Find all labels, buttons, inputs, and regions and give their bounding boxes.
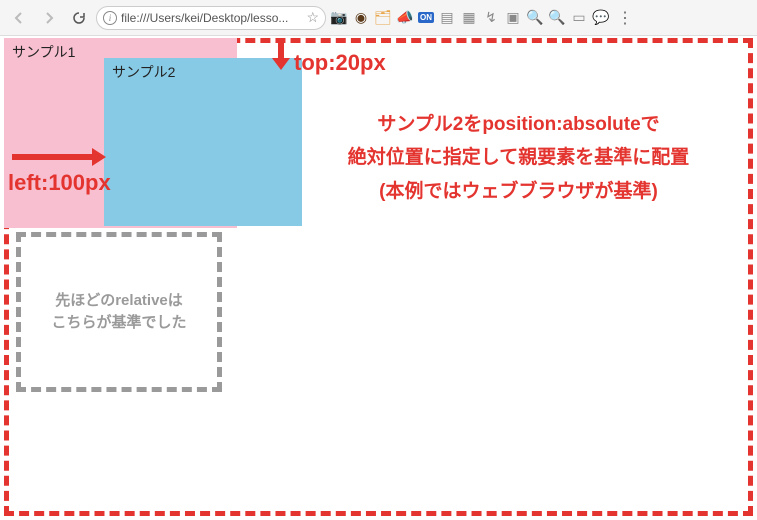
left-annotation: left:100px	[8, 146, 111, 196]
right-arrow-icon	[12, 146, 111, 168]
on-badge-icon[interactable]: ON	[418, 12, 434, 23]
extension-dark-icon[interactable]: ◉	[352, 9, 370, 27]
page-content: サンプル1 サンプル2 先ほどのrelativeは こちらが基準でした top:…	[0, 36, 757, 520]
site-info-icon[interactable]: i	[103, 11, 117, 25]
sample2-label: サンプル2	[112, 64, 175, 80]
cube-icon[interactable]: ▣	[504, 9, 522, 27]
top-annotation-label: top:20px	[294, 50, 386, 76]
copy-icon[interactable]: ▭	[570, 9, 588, 27]
zoom-in-icon[interactable]: 🔍	[526, 9, 544, 27]
relative-text-line1: 先ほどのrelativeは	[55, 290, 183, 313]
desc-line3: (本例ではウェブブラウザが基準)	[300, 175, 737, 208]
down-arrow-icon	[270, 40, 292, 70]
camera-icon[interactable]: 📷	[330, 9, 348, 27]
browser-toolbar: i file:///Users/kei/Desktop/lesso... ☆ 📷…	[0, 0, 757, 36]
forward-button[interactable]	[36, 5, 62, 31]
page-icon[interactable]: ▤	[438, 9, 456, 27]
sample1-label: サンプル1	[12, 44, 75, 60]
top-annotation: top:20px	[270, 50, 386, 76]
grid-icon[interactable]: ▦	[460, 9, 478, 27]
menu-button[interactable]: ⋮	[616, 9, 634, 27]
arrow-icon[interactable]: ↯	[482, 9, 500, 27]
description-annotation: サンプル2をposition:absoluteで 絶対位置に指定して親要素を基準…	[300, 108, 737, 208]
bookmark-star-icon[interactable]: ☆	[306, 9, 319, 26]
chat-icon[interactable]: 💬	[592, 9, 610, 27]
megaphone-icon[interactable]: 📣	[396, 9, 414, 27]
url-text: file:///Users/kei/Desktop/lesso...	[121, 11, 302, 25]
sample2-box: サンプル2	[104, 58, 302, 226]
desc-line1: サンプル2をposition:absoluteで	[300, 108, 737, 141]
address-bar[interactable]: i file:///Users/kei/Desktop/lesso... ☆	[96, 6, 326, 30]
left-annotation-label: left:100px	[8, 170, 111, 195]
relative-text-line2: こちらが基準でした	[51, 312, 186, 335]
back-button[interactable]	[6, 5, 32, 31]
zoom-out-icon[interactable]: 🔍	[548, 9, 566, 27]
reload-button[interactable]	[66, 5, 92, 31]
desc-line2: 絶対位置に指定して親要素を基準に配置	[300, 141, 737, 174]
relative-reference-box: 先ほどのrelativeは こちらが基準でした	[16, 232, 222, 392]
folder-icon[interactable]: 🗂	[374, 9, 392, 27]
